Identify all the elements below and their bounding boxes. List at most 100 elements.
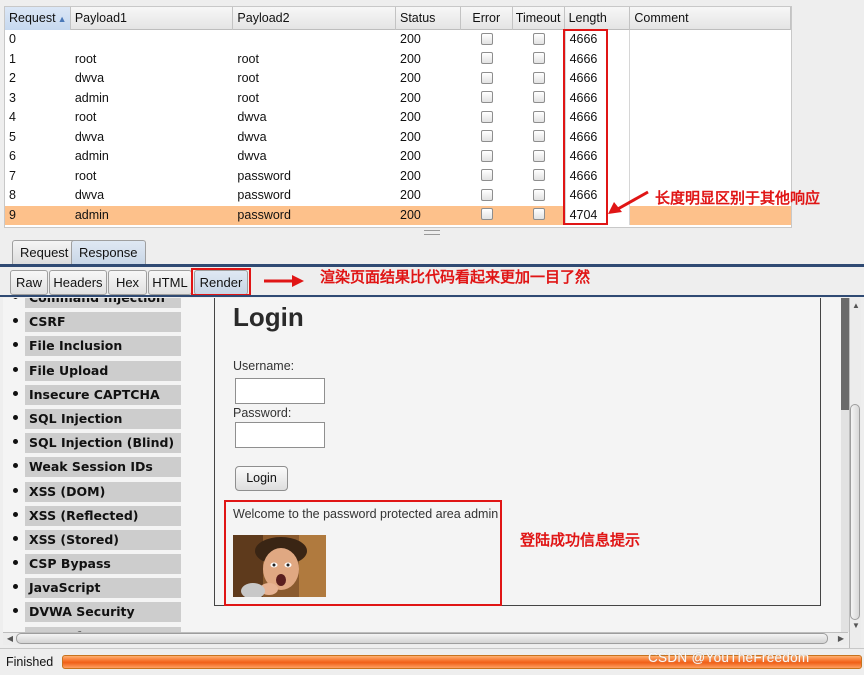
tab-raw[interactable]: Raw: [10, 270, 48, 295]
bullet-icon: [13, 414, 18, 420]
error-checkbox[interactable]: [480, 52, 493, 65]
menu-item[interactable]: File Inclusion: [13, 336, 183, 357]
table-row[interactable]: 2 dwva root 200 4666: [5, 69, 791, 89]
password-label: Password:: [233, 406, 292, 420]
timeout-checkbox[interactable]: [532, 169, 545, 182]
menu-item[interactable]: XSS (Stored): [13, 529, 183, 550]
cell-status: 200: [396, 205, 461, 225]
cell-length: 4666: [564, 127, 631, 147]
error-checkbox[interactable]: [480, 208, 493, 221]
menu-item[interactable]: XSS (Reflected): [13, 505, 183, 526]
status-text: Finished: [6, 655, 54, 669]
error-checkbox[interactable]: [480, 188, 493, 201]
table-row[interactable]: 0 200 4666: [5, 30, 791, 50]
scroll-down-icon[interactable]: ▼: [850, 620, 862, 632]
watermark: CSDN @YouTheFreedom: [648, 650, 810, 665]
cell-payload2: root: [237, 51, 259, 66]
cell-request: 7: [9, 168, 16, 183]
error-checkbox[interactable]: [480, 71, 493, 84]
scroll-right-icon[interactable]: ▶: [835, 633, 847, 645]
column-header-length[interactable]: Length: [565, 7, 631, 30]
cell-comment: [630, 50, 791, 70]
error-checkbox[interactable]: [480, 169, 493, 182]
timeout-checkbox[interactable]: [532, 91, 545, 104]
table-row[interactable]: 9 admin password 200 4704: [5, 205, 791, 225]
menu-item[interactable]: XSS (DOM): [13, 481, 183, 502]
cell-payload1: dwva: [74, 71, 105, 85]
cell-error: [461, 167, 513, 187]
tab-headers[interactable]: Headers: [49, 270, 107, 295]
timeout-checkbox[interactable]: [532, 52, 545, 65]
bullet-icon: [13, 535, 18, 541]
column-header-status[interactable]: Status: [396, 7, 461, 30]
timeout-checkbox[interactable]: [532, 188, 545, 201]
table-row[interactable]: 3 admin root 200 4666: [5, 88, 791, 108]
column-header-request[interactable]: Request ▲: [5, 7, 71, 30]
error-checkbox[interactable]: [480, 149, 493, 162]
login-button[interactable]: Login: [235, 466, 288, 491]
scroll-left-icon[interactable]: ◀: [4, 633, 16, 645]
username-input[interactable]: [235, 378, 325, 404]
error-checkbox[interactable]: [480, 32, 493, 45]
scroll-up-icon[interactable]: ▲: [850, 300, 862, 312]
tab-request[interactable]: Request: [12, 240, 77, 265]
tab-render[interactable]: Render: [194, 270, 248, 295]
column-header-payload1[interactable]: Payload1: [71, 7, 234, 30]
table-row[interactable]: 6 admin dwva 200 4666: [5, 147, 791, 167]
menu-item[interactable]: SQL Injection (Blind): [13, 433, 183, 454]
menu-item-label: CSP Bypass: [25, 554, 181, 575]
cell-request: 6: [9, 149, 16, 163]
menu-item[interactable]: CSRF: [13, 312, 183, 333]
menu-item[interactable]: Insecure CAPTCHA: [13, 384, 183, 405]
error-checkbox[interactable]: [480, 91, 493, 104]
error-checkbox[interactable]: [480, 110, 493, 123]
column-header-payload2[interactable]: Payload2: [233, 7, 396, 30]
tab-response[interactable]: Response: [71, 240, 146, 265]
menu-item[interactable]: SQL Injection: [13, 408, 183, 429]
menu-item[interactable]: File Upload: [13, 360, 183, 381]
menu-item-label: SQL Injection (Blind): [25, 433, 181, 454]
menu-item[interactable]: DVWA Security: [13, 602, 183, 623]
cell-payload1: dwva: [74, 129, 105, 144]
outer-vertical-scrollbar-thumb[interactable]: [850, 404, 860, 620]
cell-status: 200: [400, 188, 421, 202]
column-header-error[interactable]: Error: [461, 7, 513, 30]
horizontal-scrollbar-thumb[interactable]: [16, 633, 828, 644]
timeout-checkbox[interactable]: [532, 208, 545, 221]
menu-item-label: File Upload: [25, 360, 181, 381]
cell-status: 200: [400, 51, 421, 66]
menu-item-label: XSS (Stored): [25, 529, 181, 550]
menu-item[interactable]: Weak Session IDs: [13, 457, 183, 478]
timeout-checkbox[interactable]: [532, 110, 545, 123]
menu-item[interactable]: JavaScript: [13, 578, 183, 599]
column-header-comment[interactable]: Comment: [630, 7, 791, 30]
table-row[interactable]: 7 root password 200 4666: [5, 166, 791, 187]
timeout-checkbox[interactable]: [532, 130, 545, 143]
timeout-checkbox[interactable]: [532, 32, 545, 45]
timeout-checkbox[interactable]: [532, 71, 545, 84]
menu-item[interactable]: CSP Bypass: [13, 554, 183, 575]
cell-request: 3: [9, 90, 16, 105]
cell-payload2: password: [233, 205, 396, 225]
menu-item[interactable]: Command Injection: [13, 298, 183, 308]
cell-timeout: [513, 167, 565, 187]
cell-status: 200: [400, 71, 421, 85]
bullet-icon: [13, 560, 18, 566]
menu-item-label: Command Injection: [25, 298, 181, 308]
cell-status: 200: [400, 110, 421, 124]
column-header-timeout[interactable]: Timeout: [513, 7, 565, 30]
table-row[interactable]: 4 root dwva 200 4666: [5, 108, 791, 128]
cell-error: [461, 147, 513, 167]
table-row[interactable]: 5 dwva dwva 200 4666: [5, 127, 791, 148]
tab-html[interactable]: HTML: [148, 270, 192, 295]
tab-hex[interactable]: Hex: [108, 270, 147, 295]
cell-request: 2: [9, 71, 16, 85]
password-input[interactable]: [235, 422, 325, 448]
table-row[interactable]: 1 root root 200 4666: [5, 49, 791, 70]
success-annotation: 登陆成功信息提示: [520, 531, 641, 549]
error-checkbox[interactable]: [480, 130, 493, 143]
timeout-checkbox[interactable]: [532, 149, 545, 162]
cell-request: 8: [9, 188, 16, 202]
cell-length: 4666: [564, 49, 631, 69]
cell-error: [461, 128, 513, 148]
